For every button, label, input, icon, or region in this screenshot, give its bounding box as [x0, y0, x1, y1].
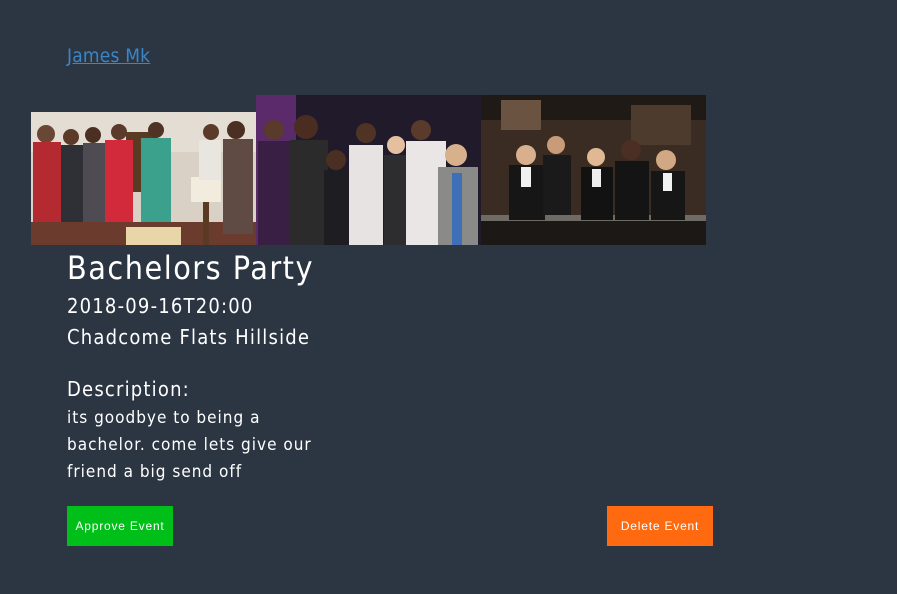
delete-event-button[interactable]: Delete Event [607, 506, 713, 546]
organizer-link[interactable]: James Mk [67, 45, 150, 67]
event-photo-3 [481, 95, 706, 245]
event-datetime: 2018-09-16T20:00 [67, 294, 254, 318]
event-detail-page: James Mk Bachelors Party 2018-09-16T20:0… [0, 0, 897, 594]
description-heading: Description: [67, 377, 190, 401]
event-title: Bachelors Party [67, 249, 314, 287]
description-text: its goodbye to being a bachelor. come le… [67, 408, 312, 482]
event-location: Chadcome Flats Hillside [67, 325, 311, 349]
approve-event-button[interactable]: Approve Event [67, 506, 173, 546]
event-photo-2 [256, 95, 481, 245]
event-photo-1 [31, 112, 256, 245]
